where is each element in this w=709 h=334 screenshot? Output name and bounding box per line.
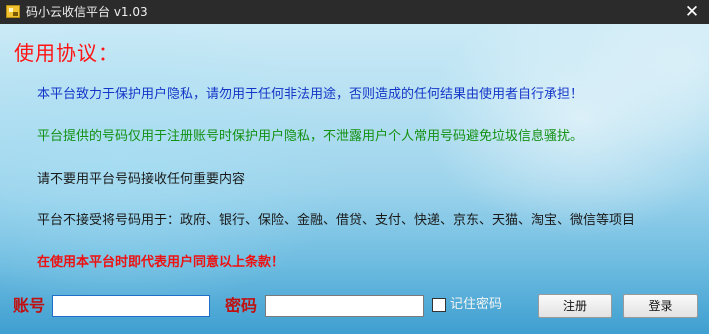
register-button[interactable]: 注册 — [538, 294, 612, 318]
agreement-panel: 使用协议： 本平台致力于保护用户隐私，请勿用于任何非法用途，否则造成的任何结果由… — [0, 24, 709, 334]
app-icon — [6, 5, 20, 18]
app-window: 码小云收信平台 v1.03 ✕ 使用协议： 本平台致力于保护用户隐私，请勿用于任… — [0, 0, 709, 334]
agreement-line-consent: 在使用本平台时即代表用户同意以上条款！ — [37, 255, 285, 270]
password-input[interactable] — [265, 295, 424, 317]
agreement-line-number-usage: 平台提供的号码仅用于注册账号时保护用户隐私，不泄露用户个人常用号码避免垃圾信息骚… — [37, 129, 584, 144]
agreement-heading: 使用协议： — [14, 41, 119, 65]
close-icon[interactable]: ✕ — [675, 0, 709, 24]
window-title: 码小云收信平台 v1.03 — [26, 5, 148, 19]
login-bar: 账号 密码 记住密码 注册 登录 — [0, 286, 709, 334]
agreement-line-privacy: 本平台致力于保护用户隐私，请勿用于任何非法用途，否则造成的任何结果由使用者自行承… — [37, 87, 584, 102]
agreement-line-important-content: 请不要用平台号码接收任何重要内容 — [37, 172, 246, 187]
remember-password-checkbox[interactable] — [432, 298, 446, 312]
remember-password-label[interactable]: 记住密码 — [450, 296, 502, 314]
agreement-line-prohibited-uses: 平台不接受将号码用于：政府、银行、保险、金融、借贷、支付、快递、京东、天猫、淘宝… — [37, 213, 636, 228]
login-button[interactable]: 登录 — [623, 294, 698, 318]
password-label: 密码 — [225, 296, 258, 315]
title-bar: 码小云收信平台 v1.03 ✕ — [0, 0, 709, 24]
account-input[interactable] — [52, 295, 210, 317]
account-label: 账号 — [13, 296, 46, 315]
